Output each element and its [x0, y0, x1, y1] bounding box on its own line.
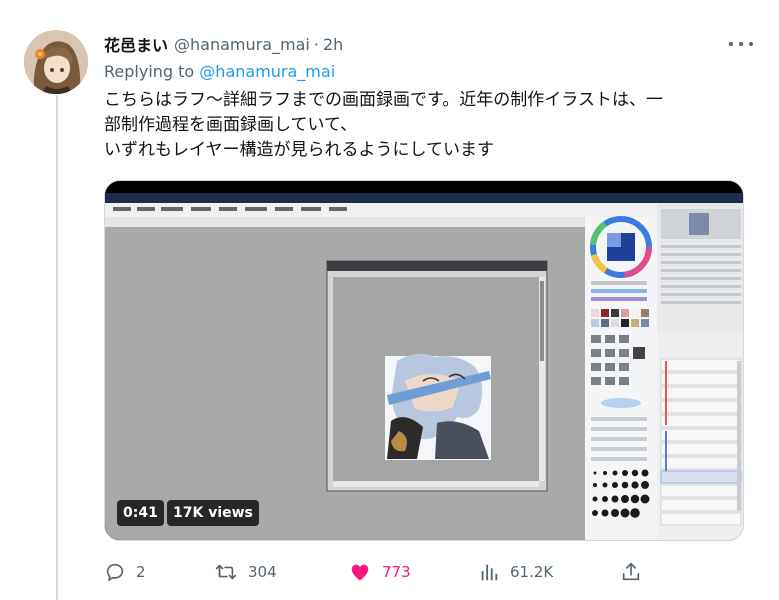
action-bar: 2 304 773 61.2K — [104, 560, 744, 584]
views-count: 61.2K — [510, 563, 554, 581]
thread-line — [56, 96, 58, 600]
replying-handle-link[interactable]: @hanamura_mai — [199, 62, 335, 81]
like-count: 773 — [382, 563, 411, 581]
retweet-icon — [215, 564, 237, 580]
separator-dot: · — [313, 34, 319, 54]
analytics-icon — [481, 564, 498, 581]
reply-button[interactable]: 2 — [104, 560, 146, 584]
video-duration-badge: 0:41 — [117, 500, 164, 526]
avatar-image — [24, 30, 88, 94]
video-player[interactable]: 0:41 17K views — [104, 180, 744, 541]
tweet-text: こちらはラフ～詳細ラフまでの画面録画です。近年の制作イラストは、一 部制作過程を… — [104, 88, 754, 163]
timestamp[interactable]: 2h — [323, 35, 343, 54]
tweet-text-line: 部制作過程を画面録画していて、 — [104, 115, 358, 135]
reply-icon — [106, 563, 124, 582]
replying-prefix: Replying to — [104, 62, 195, 81]
tweet-header: 花邑まい @hanamura_mai · 2h — [104, 32, 343, 56]
video-frame — [105, 181, 743, 540]
retweet-count: 304 — [248, 563, 277, 581]
reply-count: 2 — [136, 563, 146, 581]
replying-to: Replying to @hanamura_mai — [104, 62, 335, 81]
views-button[interactable]: 61.2K — [478, 560, 553, 584]
share-icon — [622, 562, 640, 581]
tweet-text-line: いずれもレイヤー構造が見られるようにしています — [104, 140, 494, 160]
like-button[interactable]: 773 — [348, 560, 411, 584]
video-views-badge: 17K views — [167, 500, 259, 526]
more-icon[interactable] — [729, 34, 753, 54]
user-handle[interactable]: @hanamura_mai — [174, 35, 310, 54]
avatar[interactable] — [24, 30, 88, 94]
retweet-button[interactable]: 304 — [214, 560, 277, 584]
tweet-text-line: こちらはラフ～詳細ラフまでの画面録画です。近年の制作イラストは、一 — [104, 90, 663, 110]
share-button[interactable] — [620, 560, 642, 584]
heart-icon — [351, 564, 369, 581]
display-name[interactable]: 花邑まい — [104, 32, 168, 56]
